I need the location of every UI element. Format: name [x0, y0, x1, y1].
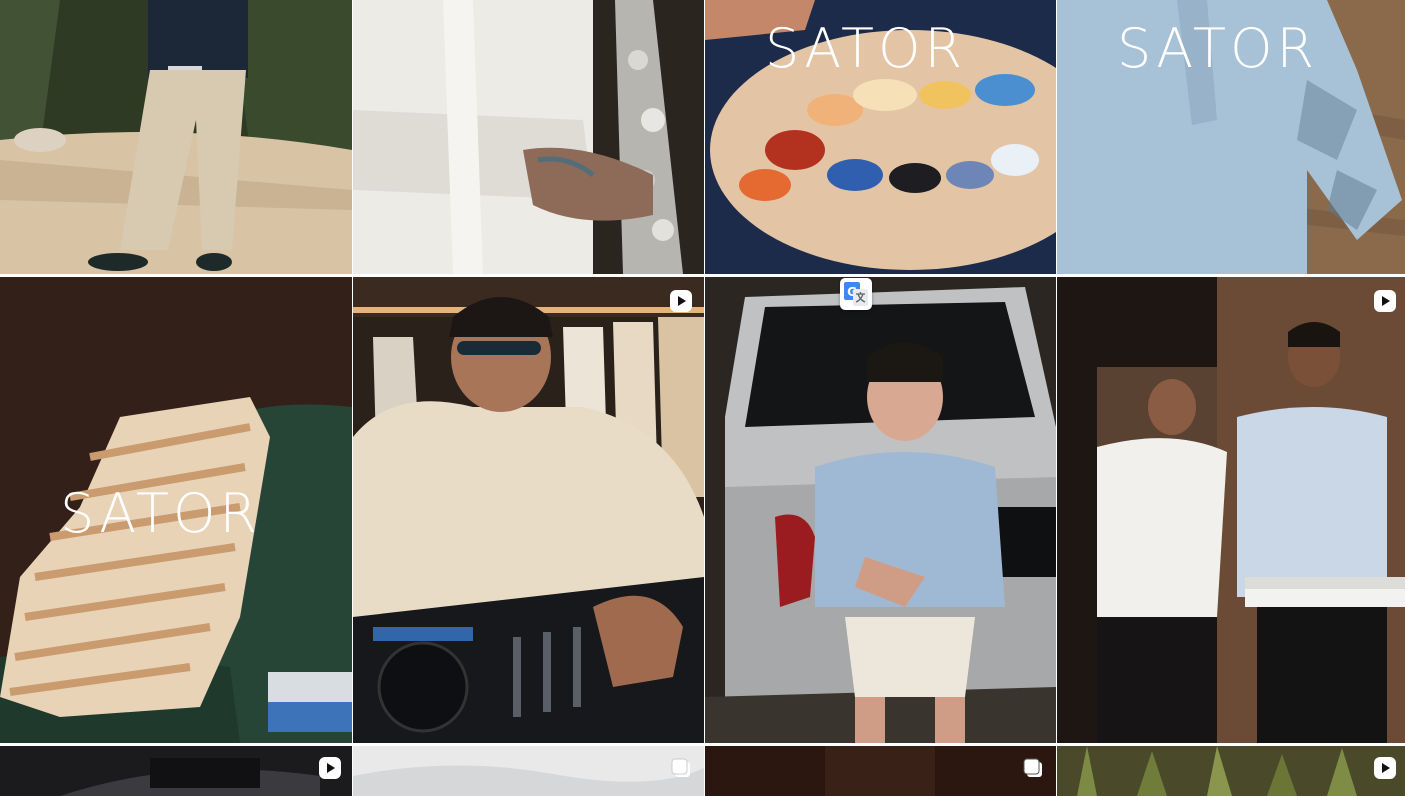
post-tile-striped-shirt-chair[interactable]: SATOR: [0, 277, 352, 743]
post-grid: SATOR SATOR SATOR: [0, 0, 1405, 796]
post-tile-dj-mixer[interactable]: [353, 277, 704, 743]
carousel-icon: [669, 756, 693, 780]
post-tile-paint-palette[interactable]: SATOR: [705, 0, 1056, 274]
reel-icon: [669, 289, 693, 313]
reel-icon: [1373, 756, 1397, 780]
post-image: [353, 0, 704, 274]
post-image: [0, 746, 352, 796]
carousel-icon: [1021, 756, 1045, 780]
post-tile-keyboard-duo[interactable]: [1057, 277, 1405, 743]
brand-wordmark-overlay: SATOR: [1117, 17, 1319, 80]
post-image: [353, 277, 704, 743]
post-tile-man-camera-cactus[interactable]: [0, 0, 352, 274]
post-image: [353, 746, 704, 796]
google-translate-button[interactable]: G: [840, 278, 872, 310]
post-image: [1057, 746, 1405, 796]
post-image: [1057, 277, 1405, 743]
post-tile-row3-2[interactable]: [353, 746, 704, 796]
post-tile-blue-shirt-flatlay[interactable]: SATOR: [1057, 0, 1405, 274]
reel-icon: [318, 756, 342, 780]
reel-icon: [1373, 289, 1397, 313]
post-image: [705, 746, 1056, 796]
google-translate-icon: G: [844, 282, 868, 306]
post-image: [0, 0, 352, 274]
post-tile-row3-4[interactable]: [1057, 746, 1405, 796]
post-tile-row3-3[interactable]: [705, 746, 1056, 796]
post-tile-car-trunk[interactable]: [705, 277, 1056, 743]
post-tile-row3-1[interactable]: [0, 746, 352, 796]
post-image: [705, 277, 1056, 743]
post-tile-saxophone-hand[interactable]: [353, 0, 704, 274]
brand-wordmark-overlay: SATOR: [60, 482, 262, 545]
brand-wordmark-overlay: SATOR: [765, 17, 967, 80]
